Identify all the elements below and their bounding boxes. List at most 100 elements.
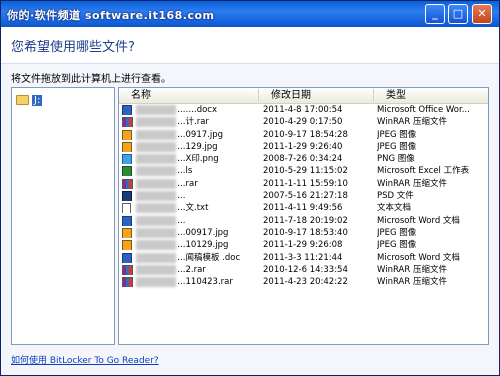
- file-type: JPEG 图像: [377, 227, 417, 238]
- png-icon: [122, 154, 132, 165]
- file-row[interactable]: … 2011-7-18 20:19:02 Microsoft Word 文档: [119, 215, 488, 227]
- file-row[interactable]: …计.rar 2010-4-29 0:17:50 WinRAR 压缩文件: [119, 116, 488, 128]
- psd-icon: [122, 191, 132, 202]
- file-type: WinRAR 压缩文件: [377, 117, 447, 128]
- column-header-date[interactable]: 修改日期: [259, 89, 374, 102]
- file-row[interactable]: …rar 2011-1-11 15:59:10 WinRAR 压缩文件: [119, 178, 488, 190]
- xls-icon: [122, 166, 134, 177]
- rar-icon: [122, 117, 133, 128]
- file-type: PNG 图像: [377, 154, 415, 165]
- file-name: …2.rar: [177, 264, 206, 275]
- file-name: …文.txt: [177, 203, 209, 214]
- watermark-text: 你的·软件频道 software.it168.com: [7, 9, 215, 22]
- redacted-filename-blur: [136, 141, 176, 152]
- doc-icon: [122, 215, 132, 226]
- jpg-icon: [122, 129, 134, 140]
- column-header-row: 名称 修改日期 类型: [119, 88, 488, 104]
- dialog-header: 您希望使用哪些文件?: [1, 27, 499, 64]
- title-bar[interactable]: 你的·软件频道 software.it168.com _ □ ✕: [1, 1, 499, 27]
- redacted-filename-blur: [136, 227, 176, 238]
- column-header-type[interactable]: 类型: [374, 89, 488, 102]
- file-modified-date: 2011-1-11 15:59:10: [263, 178, 348, 189]
- file-type: 文本文档: [377, 203, 412, 214]
- rar-icon: [122, 117, 134, 128]
- redacted-filename-blur: [136, 191, 176, 202]
- rar-icon: [122, 277, 134, 288]
- file-type: Microsoft Word 文档: [377, 215, 460, 226]
- jpg-icon: [122, 240, 132, 251]
- file-row[interactable]: …闻稿模板 .doc 2011-3-3 11:21:44 Microsoft Wor…: [119, 252, 488, 264]
- redacted-filename-blur: [136, 215, 176, 226]
- doc-icon: [122, 105, 134, 115]
- file-modified-date: 2007-5-16 21:27:18: [263, 191, 348, 202]
- file-name: …闻稿模板 .doc: [177, 252, 241, 263]
- file-rows: …….docx 2011-4-8 17:00:54 Microsoft Office…: [119, 104, 488, 288]
- doc-icon: [122, 215, 134, 226]
- file-list-pane: 名称 修改日期 类型 …….docx 2011-4-8 17:00:54 Micro…: [118, 87, 489, 345]
- file-modified-date: 2011-4-23 20:42:22: [263, 277, 348, 288]
- file-type: Microsoft Word 文档: [377, 252, 460, 263]
- file-modified-date: 2010-4-29 0:17:50: [263, 117, 343, 128]
- file-modified-date: 2011-3-3 11:21:44: [263, 252, 343, 263]
- bitlocker-help-link[interactable]: 如何使用 BitLocker To Go Reader?: [11, 353, 159, 366]
- file-row[interactable]: …10129.jpg 2011-1-29 9:26:08 JPEG 图像: [119, 239, 488, 251]
- file-modified-date: 2011-1-29 9:26:40: [263, 141, 343, 152]
- redacted-filename-blur: [136, 154, 176, 165]
- file-row[interactable]: …X印.png 2008-7-26 0:34:24 PNG 图像: [119, 153, 488, 165]
- file-type: WinRAR 压缩文件: [377, 178, 447, 189]
- xls-icon: [122, 166, 132, 177]
- doc-icon: [122, 105, 132, 115]
- doc-icon: [122, 252, 132, 263]
- rar-icon: [122, 264, 134, 275]
- png-icon: [122, 154, 134, 165]
- file-row[interactable]: …110423.rar 2011-4-23 20:42:22 WinRAR 压缩文件: [119, 276, 488, 288]
- file-modified-date: 2011-7-18 20:19:02: [263, 215, 348, 226]
- redacted-filename-blur: [136, 240, 176, 251]
- redacted-filename-blur: [136, 277, 176, 288]
- bitlocker-reader-window: 你的·软件频道 software.it168.com _ □ ✕ 您希望使用哪些…: [0, 0, 500, 376]
- folder-tree-pane: J:: [11, 87, 115, 345]
- column-header-name[interactable]: 名称: [119, 89, 259, 102]
- file-row[interactable]: …….docx 2011-4-8 17:00:54 Microsoft Office…: [119, 104, 488, 116]
- maximize-button[interactable]: □: [448, 4, 468, 24]
- rar-icon: [122, 277, 133, 288]
- jpg-icon: [122, 129, 132, 140]
- file-name: …: [177, 191, 186, 202]
- file-type: PSD 文件: [377, 191, 414, 202]
- file-row[interactable]: …文.txt 2011-4-11 9:49:56 文本文档: [119, 202, 488, 214]
- tree-item-drive[interactable]: J:: [16, 92, 43, 108]
- file-modified-date: 2010-9-17 18:54:28: [263, 129, 348, 140]
- instruction-text: 将文件拖放到此计算机上进行查看。: [11, 74, 171, 85]
- file-modified-date: 2011-4-8 17:00:54: [263, 105, 343, 115]
- file-name: …110423.rar: [177, 277, 233, 288]
- file-name: …: [177, 215, 186, 226]
- close-button[interactable]: ✕: [472, 4, 492, 24]
- file-name: …ls: [177, 166, 193, 177]
- file-name: …rar: [177, 178, 198, 189]
- jpg-icon: [122, 227, 134, 238]
- file-row[interactable]: …0917.jpg 2010-9-17 18:54:28 JPEG 图像: [119, 129, 488, 141]
- txt-icon: [122, 203, 134, 214]
- jpg-icon: [122, 141, 132, 152]
- file-type: Microsoft Excel 工作表: [377, 166, 470, 177]
- redacted-filename-blur: [136, 203, 176, 214]
- file-modified-date: 2008-7-26 0:34:24: [263, 154, 343, 165]
- file-row[interactable]: … 2007-5-16 21:27:18 PSD 文件: [119, 190, 488, 202]
- jpg-icon: [122, 227, 132, 238]
- jpg-icon: [122, 240, 134, 251]
- minimize-button[interactable]: _: [425, 4, 445, 24]
- dialog-question: 您希望使用哪些文件?: [11, 40, 135, 55]
- file-row[interactable]: …129.jpg 2011-1-29 9:26:40 JPEG 图像: [119, 141, 488, 153]
- file-name: …129.jpg: [177, 141, 218, 152]
- file-type: JPEG 图像: [377, 240, 417, 251]
- file-name: …X印.png: [177, 154, 219, 165]
- file-type: WinRAR 压缩文件: [377, 264, 447, 275]
- file-type: JPEG 图像: [377, 141, 417, 152]
- file-row[interactable]: …ls 2010-5-29 11:15:02 Microsoft Excel 工作表: [119, 165, 488, 177]
- file-name: …计.rar: [177, 117, 209, 128]
- file-row[interactable]: …2.rar 2010-12-6 14:33:54 WinRAR 压缩文件: [119, 264, 488, 276]
- redacted-filename-blur: [136, 178, 176, 189]
- file-name: …….docx: [177, 105, 218, 115]
- redacted-filename-blur: [136, 117, 176, 128]
- file-row[interactable]: …00917.jpg 2010-9-17 18:53:40 JPEG 图像: [119, 227, 488, 239]
